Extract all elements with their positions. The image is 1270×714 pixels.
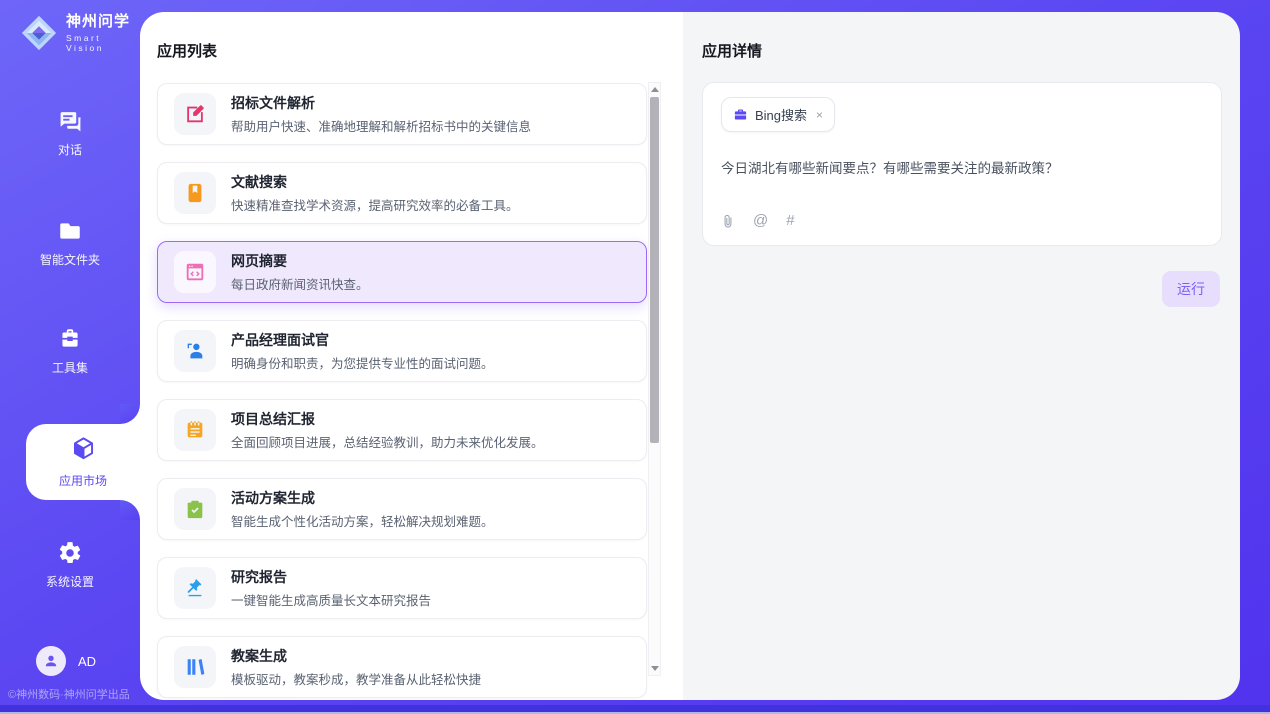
user-account[interactable]: AD (36, 646, 96, 676)
app-card-title: 产品经理面试官 (231, 330, 494, 350)
app-list-panel: 应用列表 招标文件解析 帮助用户快速、准确地理解和解析招标书中的关键信息 文献搜… (140, 12, 683, 700)
prompt-input[interactable]: 今日湖北有哪些新闻要点？有哪些需要关注的最新政策？ (721, 159, 1203, 212)
app-card-3[interactable]: 网页摘要 每日政府新闻资讯快查。 (157, 241, 647, 303)
scroll-up-arrow-icon[interactable] (651, 87, 659, 92)
app-card-list: 招标文件解析 帮助用户快速、准确地理解和解析招标书中的关键信息 文献搜索 快速精… (157, 83, 647, 700)
copyright-footer: ©神州数码·神州问学出品 (8, 686, 130, 702)
main-content: 应用列表 招标文件解析 帮助用户快速、准确地理解和解析招标书中的关键信息 文献搜… (140, 12, 1240, 700)
app-card-description: 每日政府新闻资讯快查。 (231, 274, 369, 293)
interviewer-icon (174, 330, 216, 372)
tool-tag-label: Bing搜索 (755, 105, 807, 124)
chat-icon (57, 108, 83, 134)
active-pill-curve-top (120, 404, 140, 424)
app-card-1[interactable]: 招标文件解析 帮助用户快速、准确地理解和解析招标书中的关键信息 (157, 83, 647, 145)
sidebar-item-label: 系统设置 (46, 573, 94, 590)
tool-tag-bing-search[interactable]: Bing搜索 × (721, 97, 835, 132)
run-row: 运行 (1162, 271, 1220, 307)
scrollbar-thumb[interactable] (650, 97, 659, 443)
sidebar-item-label: 智能文件夹 (40, 251, 100, 268)
toolbox-icon (57, 326, 83, 352)
app-card-8[interactable]: 教案生成 模板驱动，教案秒成，教学准备从此轻松快捷 (157, 636, 647, 698)
app-card-description: 一键智能生成高质量长文本研究报告 (231, 590, 431, 609)
sidebar-item-toolset[interactable]: 工具集 (0, 326, 140, 376)
app-card-6[interactable]: 活动方案生成 智能生成个性化活动方案，轻松解决规划难题。 (157, 478, 647, 540)
app-detail-title: 应用详情 (702, 40, 762, 61)
app-card-description: 帮助用户快速、准确地理解和解析招标书中的关键信息 (231, 116, 531, 135)
prompt-editor-card: Bing搜索 × 今日湖北有哪些新闻要点？有哪些需要关注的最新政策？ @ # (702, 82, 1222, 246)
sidebar-item-label: 应用市场 (59, 472, 107, 489)
folder-icon (57, 218, 83, 244)
avatar (36, 646, 66, 676)
browser-code-icon (174, 251, 216, 293)
app-card-title: 文献搜索 (231, 172, 519, 192)
books-icon (174, 646, 216, 688)
app-card-title: 网页摘要 (231, 251, 369, 271)
gem-logo-icon (20, 14, 58, 52)
app-card-2[interactable]: 文献搜索 快速精准查找学术资源，提高研究效率的必备工具。 (157, 162, 647, 224)
brand-subtitle: Smart Vision (66, 33, 140, 53)
app-detail-panel: 应用详情 Bing搜索 × 今日湖北有哪些新闻要点？有哪些需要关注的最新政策？ … (683, 12, 1240, 700)
app-card-title: 招标文件解析 (231, 93, 531, 113)
brand-logo: 神州问学 Smart Vision (20, 14, 140, 53)
sidebar-item-app-market[interactable]: 应用市场 (26, 424, 140, 500)
sidebar-item-settings[interactable]: 系统设置 (0, 540, 140, 590)
notepad-icon (174, 409, 216, 451)
app-card-title: 教案生成 (231, 646, 481, 666)
bottom-bar (0, 705, 1270, 712)
active-pill-curve-bottom (120, 500, 140, 520)
app-card-5[interactable]: 项目总结汇报 全面回顾项目进展，总结经验教训，助力未来优化发展。 (157, 399, 647, 461)
book-icon (174, 172, 216, 214)
app-card-description: 快速精准查找学术资源，提高研究效率的必备工具。 (231, 195, 519, 214)
scroll-down-arrow-icon[interactable] (651, 666, 659, 671)
app-card-title: 研究报告 (231, 567, 431, 587)
run-button[interactable]: 运行 (1162, 271, 1220, 307)
sidebar-item-label: 工具集 (52, 359, 88, 376)
at-icon[interactable]: @ (753, 212, 768, 229)
app-card-description: 全面回顾项目进展，总结经验教训，助力未来优化发展。 (231, 432, 544, 451)
close-icon[interactable]: × (816, 108, 823, 122)
app-card-4[interactable]: 产品经理面试官 明确身份和职责，为您提供专业性的面试问题。 (157, 320, 647, 382)
paperclip-icon[interactable] (721, 213, 735, 229)
brand-name: 神州问学 (66, 14, 140, 31)
cube-icon (70, 435, 97, 467)
gear-icon (57, 540, 83, 566)
sidebar-item-smart-folder[interactable]: 智能文件夹 (0, 218, 140, 268)
user-initials: AD (78, 654, 96, 669)
app-card-description: 模板驱动，教案秒成，教学准备从此轻松快捷 (231, 669, 481, 688)
list-scrollbar[interactable] (648, 82, 661, 676)
app-card-title: 活动方案生成 (231, 488, 494, 508)
research-icon (174, 567, 216, 609)
sidebar-item-chat[interactable]: 对话 (0, 108, 140, 158)
briefcase-icon (733, 107, 748, 122)
clipboard-check-icon (174, 488, 216, 530)
sidebar-item-label: 对话 (58, 141, 82, 158)
edit-square-icon (174, 93, 216, 135)
app-card-title: 项目总结汇报 (231, 409, 544, 429)
attachment-toolbar: @ # (721, 212, 1203, 231)
app-card-description: 明确身份和职责，为您提供专业性的面试问题。 (231, 353, 494, 372)
hash-icon[interactable]: # (786, 212, 794, 229)
sidebar: 神州问学 Smart Vision 对话 智能文件夹 工具集 (0, 0, 140, 714)
person-icon (42, 652, 60, 670)
app-card-7[interactable]: 研究报告 一键智能生成高质量长文本研究报告 (157, 557, 647, 619)
app-list-title: 应用列表 (157, 40, 217, 61)
app-card-description: 智能生成个性化活动方案，轻松解决规划难题。 (231, 511, 494, 530)
